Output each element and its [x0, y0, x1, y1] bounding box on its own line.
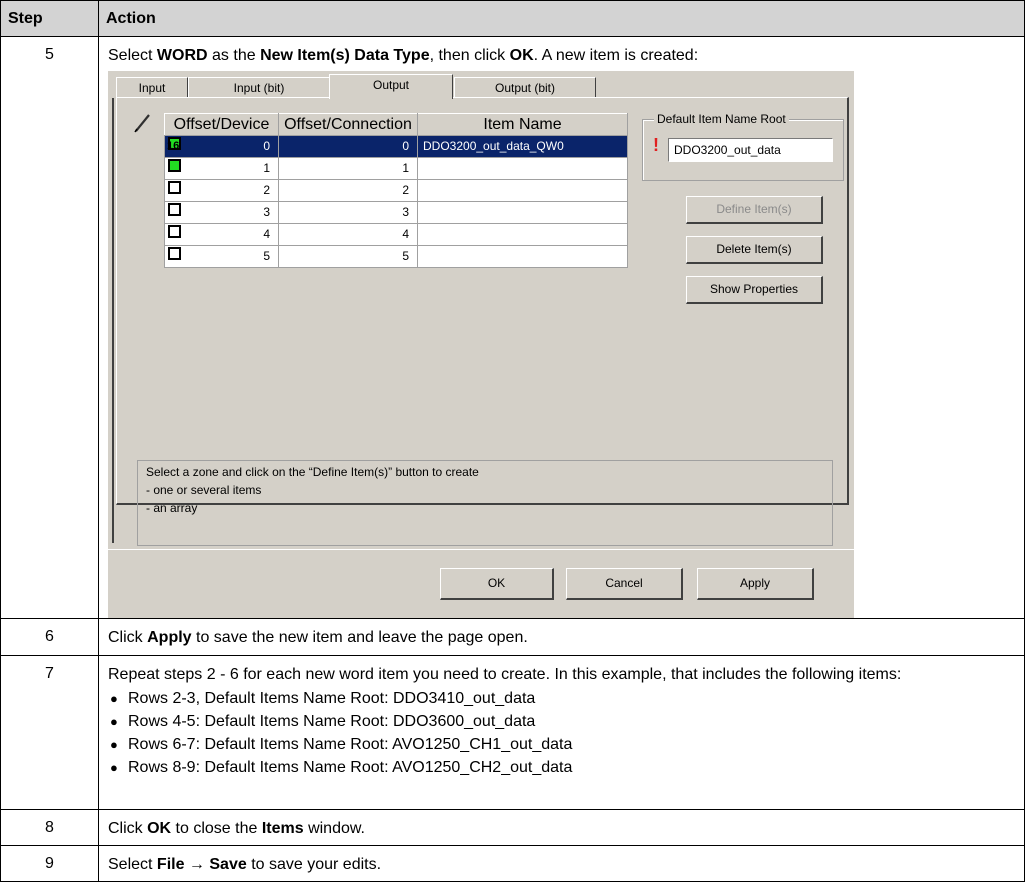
table-row: 6 Click Apply to save the new item and l…: [0, 618, 1025, 656]
table-row: 7 Repeat steps 2 - 6 for each new word i…: [0, 655, 1025, 810]
default-name-root-input[interactable]: DDO3200_out_data: [668, 138, 833, 162]
default-name-root-title: Default Item Name Root: [654, 109, 789, 130]
items-grid[interactable]: Offset/Device Offset/Connection Item Nam…: [164, 113, 628, 268]
list-item: Rows 6-7: Default Items Name Root: AVO12…: [108, 733, 1016, 756]
grid-cell-name[interactable]: [417, 223, 628, 246]
table-row[interactable]: 5 5: [164, 245, 628, 268]
pencil-icon: [134, 114, 150, 133]
col-item-name[interactable]: Item Name: [417, 113, 628, 136]
table-row: 9 Select File → Save to save your edits.: [0, 845, 1025, 882]
grid-cell-device[interactable]: 3: [164, 201, 279, 224]
help-hint-box: Select a zone and click on the “Define I…: [137, 460, 833, 546]
grid-cell-device[interactable]: 2: [164, 179, 279, 202]
define-items-button[interactable]: Define Item(s): [686, 196, 823, 224]
ok-button[interactable]: OK: [440, 568, 554, 600]
data-size-badge: 16: [167, 140, 180, 152]
step-action: Click Apply to save the new item and lea…: [98, 618, 1025, 656]
tab-bar: Input Input (bit) Output Output (bit): [116, 71, 851, 99]
header-action: Action: [98, 0, 1025, 37]
grid-header-row: Offset/Device Offset/Connection Item Nam…: [164, 113, 628, 136]
grid-cell-connection[interactable]: 4: [278, 223, 418, 246]
step-number: 9: [0, 845, 99, 882]
grid-cell-name[interactable]: [417, 157, 628, 180]
col-offset-connection[interactable]: Offset/Connection: [278, 113, 418, 136]
tab-input-bit[interactable]: Input (bit): [188, 77, 330, 98]
step-number: 7: [0, 655, 99, 810]
step-number: 6: [0, 618, 99, 656]
tab-output-bit[interactable]: Output (bit): [454, 77, 596, 98]
grid-cell-connection[interactable]: 2: [278, 179, 418, 202]
delete-items-button[interactable]: Delete Item(s): [686, 236, 823, 264]
procedure-table: Step Action 5 Select WORD as the New Ite…: [0, 0, 1025, 882]
panel-edge: [112, 98, 114, 543]
col-offset-device[interactable]: Offset/Device: [164, 113, 279, 136]
grid-cell-device[interactable]: 5: [164, 245, 279, 268]
grid-cell-name[interactable]: [417, 179, 628, 202]
step-number: 5: [0, 36, 99, 619]
list-item: Rows 8-9: Default Items Name Root: AVO12…: [108, 756, 1016, 779]
grid-cell-connection[interactable]: 3: [278, 201, 418, 224]
grid-cell-name[interactable]: DDO3200_out_data_QW0: [417, 135, 628, 158]
grid-cell-device[interactable]: 16 0: [164, 135, 279, 158]
header-step: Step: [0, 0, 99, 37]
grid-cell-device[interactable]: 4: [164, 223, 279, 246]
table-row[interactable]: 16 0 0 DDO3200_out_data_QW0: [164, 135, 628, 158]
tab-output[interactable]: Output: [329, 74, 453, 99]
row-checkbox[interactable]: [168, 203, 181, 216]
warning-icon: !: [653, 135, 659, 155]
step-7-text: Repeat steps 2 - 6 for each new word ite…: [108, 666, 902, 683]
grid-cell-name[interactable]: [417, 245, 628, 268]
step-action: Select WORD as the New Item(s) Data Type…: [98, 36, 1025, 619]
step-action: Select File → Save to save your edits.: [98, 845, 1025, 882]
list-item: Rows 2-3, Default Items Name Root: DDO34…: [108, 687, 1016, 710]
item-list: Rows 2-3, Default Items Name Root: DDO34…: [108, 687, 1016, 779]
step-5-text: Select WORD as the New Item(s) Data Type…: [108, 47, 699, 64]
grid-cell-connection[interactable]: 1: [278, 157, 418, 180]
cancel-button[interactable]: Cancel: [566, 568, 683, 600]
table-row[interactable]: 3 3: [164, 201, 628, 224]
row-checkbox[interactable]: [168, 225, 181, 238]
footer-separator: [108, 549, 854, 550]
table-row[interactable]: 2 2: [164, 179, 628, 202]
table-row: 5 Select WORD as the New Item(s) Data Ty…: [0, 36, 1025, 619]
step-number: 8: [0, 809, 99, 846]
row-checkbox[interactable]: [168, 181, 181, 194]
grid-cell-connection[interactable]: 0: [278, 135, 418, 158]
step-action: Click OK to close the Items window.: [98, 809, 1025, 846]
grid-cell-device[interactable]: 1: [164, 157, 279, 180]
step-action: Repeat steps 2 - 6 for each new word ite…: [98, 655, 1025, 810]
table-header-row: Step Action: [0, 0, 1025, 37]
row-checkbox[interactable]: [168, 159, 181, 172]
grid-cell-name[interactable]: [417, 201, 628, 224]
list-item: Rows 4-5: Default Items Name Root: DDO36…: [108, 710, 1016, 733]
items-dialog-screenshot: Input Input (bit) Output Output (bit) Of…: [108, 71, 854, 618]
show-properties-button[interactable]: Show Properties: [686, 276, 823, 304]
grid-cell-connection[interactable]: 5: [278, 245, 418, 268]
table-row[interactable]: 1 1: [164, 157, 628, 180]
table-row: 8 Click OK to close the Items window.: [0, 809, 1025, 846]
apply-button[interactable]: Apply: [697, 568, 814, 600]
tab-input[interactable]: Input: [116, 77, 188, 98]
row-checkbox[interactable]: [168, 247, 181, 260]
table-row[interactable]: 4 4: [164, 223, 628, 246]
